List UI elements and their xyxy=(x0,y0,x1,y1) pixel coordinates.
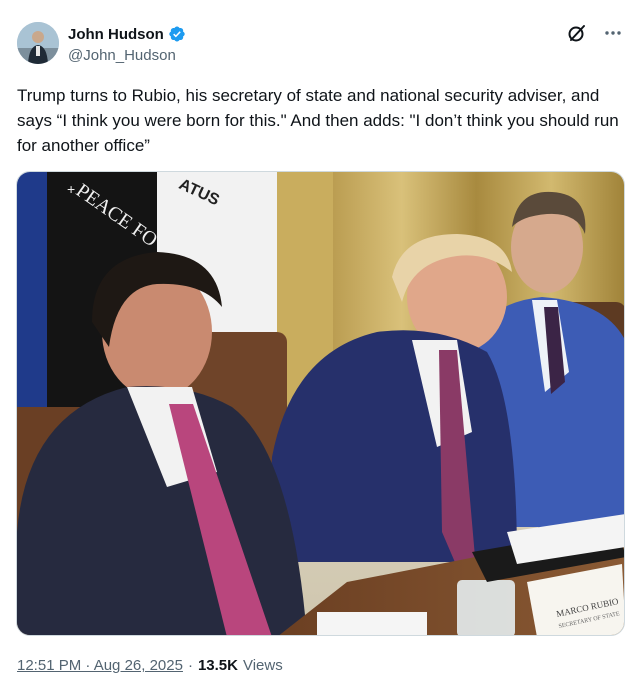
tweet-meta: 12:51 PM · Aug 26, 2025 · 13.5K Views xyxy=(17,657,283,674)
avatar[interactable] xyxy=(17,22,59,64)
avatar-image xyxy=(17,22,59,64)
author-handle[interactable]: @John_Hudson xyxy=(68,47,186,64)
grok-icon[interactable] xyxy=(566,22,588,44)
water-glass xyxy=(457,580,515,635)
flag-star: + xyxy=(67,181,75,197)
tweet-header: John Hudson @John_Hudson xyxy=(17,21,624,67)
photo-scene: PEACE FO + ATUS MARCO RUBIO SECRETARY OF… xyxy=(17,172,624,635)
header-actions xyxy=(566,21,624,45)
tweet-text: Trump turns to Rubio, his secretary of s… xyxy=(17,86,624,155)
tweet-media-photo[interactable]: PEACE FO + ATUS MARCO RUBIO SECRETARY OF… xyxy=(16,171,625,636)
views-count: 13.5K xyxy=(197,657,238,674)
verified-badge-icon xyxy=(168,25,186,43)
tweet-timestamp-link[interactable]: 12:51 PM · Aug 26, 2025 xyxy=(17,657,183,674)
more-icon[interactable] xyxy=(602,22,624,44)
meta-separator: · xyxy=(187,657,193,674)
author-display-name[interactable]: John Hudson xyxy=(68,26,164,43)
views-label: Views xyxy=(242,657,283,674)
author-names: John Hudson @John_Hudson xyxy=(68,24,186,64)
